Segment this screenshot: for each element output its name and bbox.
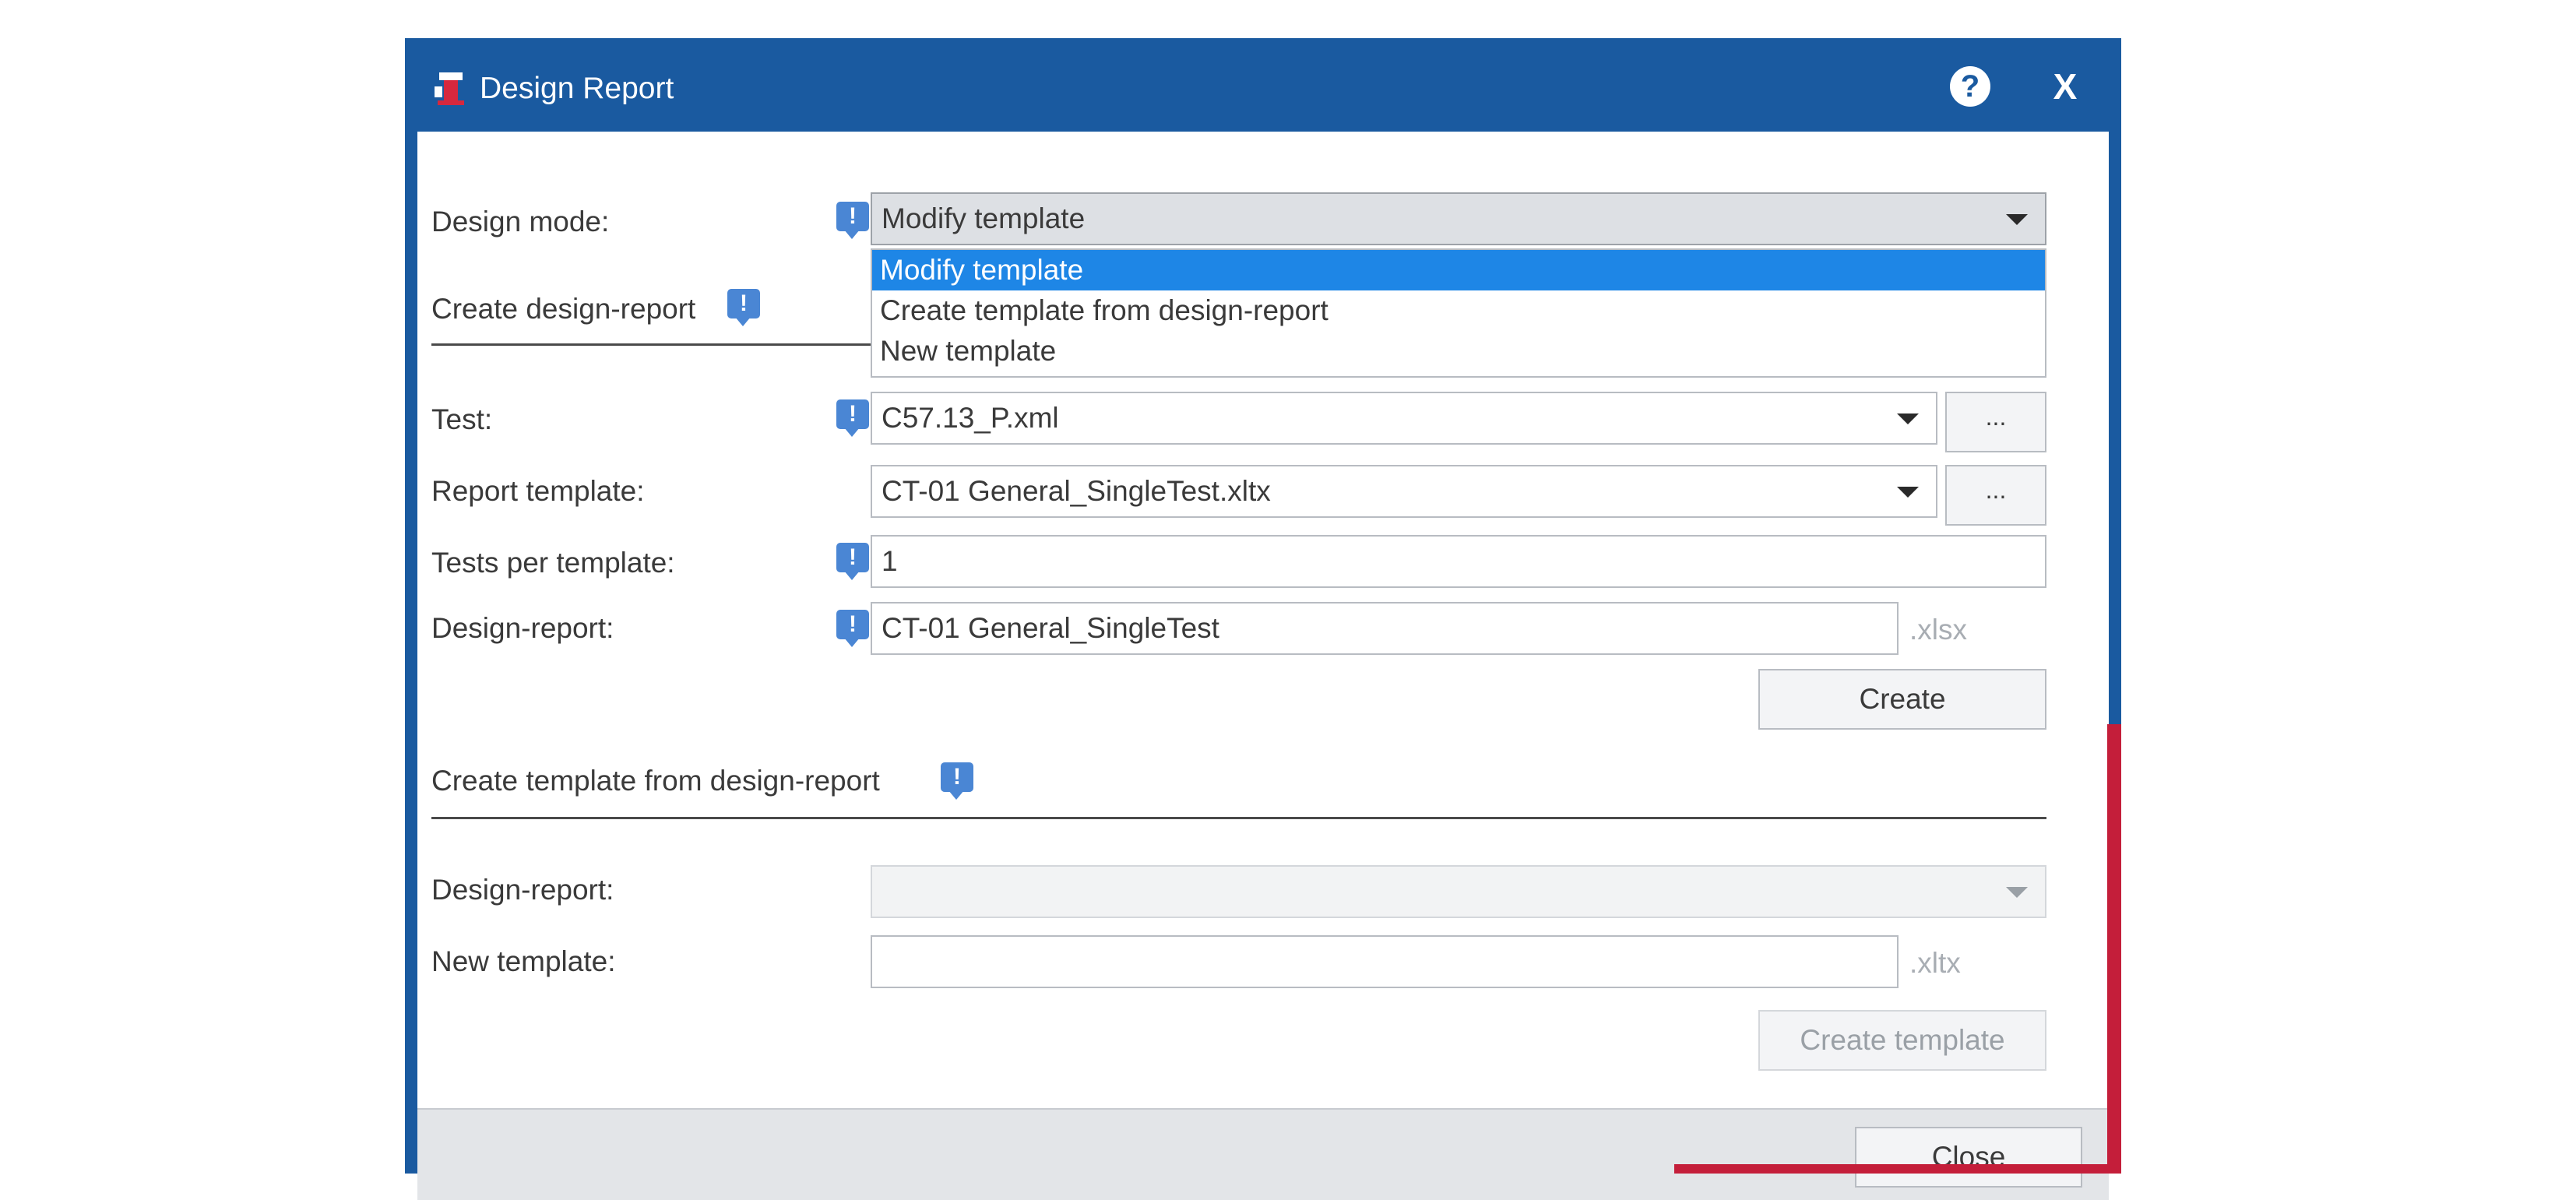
info-tip-icon[interactable]: ! [727,289,760,318]
chevron-down-icon [1897,413,1919,424]
dropdown-option-modify-template[interactable]: Modify template [872,250,2045,290]
create-template-button[interactable]: Create template [1758,1010,2046,1071]
help-icon[interactable]: ? [1950,66,1990,107]
xlsx-suffix: .xlsx [1909,613,1967,647]
tests-per-template-label: Tests per template: [431,546,675,580]
design-report-input[interactable]: CT-01 General_SingleTest [871,602,1899,655]
browse-test-button[interactable]: ... [1945,392,2046,452]
dropdown-option-new-template[interactable]: New template [872,331,2045,371]
design-report-label: Design-report: [431,611,614,646]
report-template-label: Report template: [431,474,645,509]
app-icon [431,69,470,108]
section-divider [431,817,2046,819]
window-title: Design Report [480,71,674,107]
test-value: C57.13_P.xml [882,402,1059,434]
title-bar: Design Report ? X [405,38,2121,132]
accent-stripe [2107,724,2121,1174]
design-mode-label: Design mode: [431,205,609,239]
design-report-dialog: Design Report ? X Design mode: ! Modify … [405,38,2121,1174]
source-design-report-select[interactable] [871,865,2046,918]
info-tip-icon[interactable]: ! [941,762,973,792]
accent-stripe [1674,1164,2121,1174]
test-select[interactable]: C57.13_P.xml [871,392,1937,445]
info-tip-icon[interactable]: ! [836,202,869,231]
close-icon[interactable]: X [2050,65,2081,108]
design-mode-value: Modify template [882,202,1085,234]
section-title-create-design-report: Create design-report [431,292,695,326]
create-button[interactable]: Create [1758,669,2046,730]
report-template-value: CT-01 General_SingleTest.xltx [882,475,1271,507]
report-template-select[interactable]: CT-01 General_SingleTest.xltx [871,465,1937,518]
info-tip-icon[interactable]: ! [836,399,869,429]
chevron-down-icon [2006,214,2028,225]
design-mode-dropdown-list: Modify template Create template from des… [871,248,2046,378]
source-design-report-label: Design-report: [431,873,614,907]
test-label: Test: [431,403,492,437]
xltx-suffix: .xltx [1909,946,1961,980]
dialog-content: Design mode: ! Modify template Create de… [417,132,2109,1108]
chevron-down-icon [2006,887,2028,898]
dropdown-option-create-from-report[interactable]: Create template from design-report [872,290,2045,331]
dialog-footer: Close [417,1108,2109,1200]
design-mode-select[interactable]: Modify template [871,192,2046,245]
new-template-label: New template: [431,945,616,979]
info-tip-icon[interactable]: ! [836,610,869,639]
info-tip-icon[interactable]: ! [836,543,869,572]
section-title-create-template: Create template from design-report [431,764,880,798]
close-button[interactable]: Close [1855,1127,2082,1188]
browse-template-button[interactable]: ... [1945,465,2046,526]
chevron-down-icon [1897,487,1919,498]
tests-per-template-input[interactable]: 1 [871,535,2046,588]
new-template-input[interactable] [871,935,1899,988]
